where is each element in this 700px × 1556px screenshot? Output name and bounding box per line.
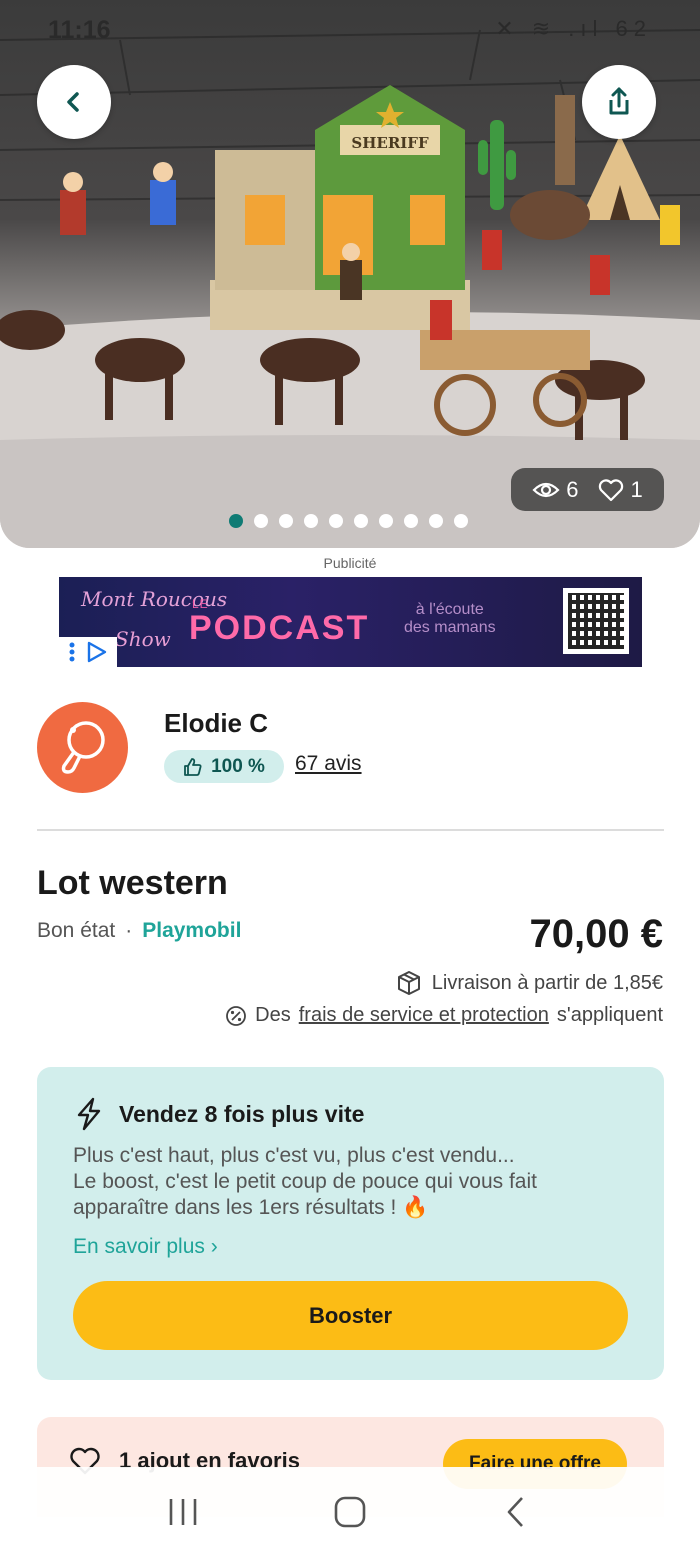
shipping-info: Livraison à partir de 1,85€ [396,970,663,996]
ad-choices[interactable] [59,637,117,667]
heart-icon [598,478,623,501]
pagination-dot[interactable] [379,514,393,528]
pagination-dot[interactable] [329,514,343,528]
sheriff-sign: SHERIFF [351,134,429,152]
ping-pong-paddle-icon [61,720,105,774]
pagination-dot[interactable] [279,514,293,528]
views-count: 6 [566,476,579,502]
back-button[interactable] [37,65,111,139]
seller-name[interactable]: Elodie C [164,708,268,739]
eye-icon [532,482,560,497]
pagination-dot[interactable] [354,514,368,528]
meta-separator: · [125,919,133,942]
fees-info: Des frais de service et protection s'app… [225,1004,663,1027]
share-button[interactable] [582,65,656,139]
qr-code-icon [563,588,629,654]
status-time: 11:16 [48,16,111,44]
back-arrow-icon [507,1496,523,1527]
ad-tagline: à l'écoute des mamans [404,601,496,637]
fees-prefix: Des [255,1004,291,1026]
boost-title: Vendez 8 fois plus vite [73,1097,364,1131]
share-icon [609,87,629,115]
pagination-dot[interactable] [304,514,318,528]
home-button[interactable] [320,1482,380,1542]
item-price: 70,00 € [529,912,663,956]
fees-suffix: s'appliquent [556,1004,663,1026]
home-icon [334,1496,366,1527]
ad-banner[interactable]: Mont Roucous Show LE PODCAST à l'écoute … [59,577,642,667]
package-icon [397,971,420,995]
reviews-link[interactable]: 67 avis [295,752,362,776]
thumbs-up-icon [184,757,202,776]
boost-card: Vendez 8 fois plus vite Plus c'est haut,… [37,1067,664,1380]
lightning-bolt-icon [77,1097,101,1131]
ad-brand-script: Show [115,627,171,651]
item-brand-link[interactable]: Playmobil [142,919,241,943]
ad-label: Publicité [323,555,377,571]
photo-stats: 6 1 [511,468,664,511]
rating-badge: 100 % [164,750,284,783]
status-bar: 11:16 ✕ ≋ .ıl 62 [0,0,700,58]
learn-more-link[interactable]: En savoir plus › [73,1235,218,1259]
boost-title-text: Vendez 8 fois plus vite [119,1100,365,1127]
pagination-dot[interactable] [404,514,418,528]
recent-apps-button[interactable] [153,1482,213,1542]
boost-text-line-2: Le boost, c'est le petit coup de pouce q… [73,1170,537,1219]
percent-badge-icon [226,1005,247,1026]
pagination-dot[interactable] [254,514,268,528]
ad-headline: PODCAST [189,609,370,647]
divider [37,829,664,831]
system-nav-bar [0,1467,700,1556]
booster-button[interactable]: Booster [73,1281,628,1350]
ad-tagline-1: à l'écoute [415,601,484,618]
status-icons: ✕ ≋ .ıl 62 [495,16,652,41]
item-title: Lot western [37,864,228,902]
ad-tagline-2: des mamans [404,619,496,636]
system-back-button[interactable] [487,1482,547,1542]
boost-text-line-1: Plus c'est haut, plus c'est vu, plus c'e… [73,1144,515,1167]
rating-value: 100 % [211,755,265,777]
listing-photo[interactable]: SHERIFF 11:16 ✕ ≋ .ıl 62 6 1 [0,0,700,548]
boost-description: Plus c'est haut, plus c'est vu, plus c'e… [73,1143,633,1221]
item-meta: Bon état · Playmobil [37,919,241,943]
ad-choices-icon[interactable] [85,641,107,663]
avatar[interactable] [37,702,128,793]
pagination-dot[interactable] [454,514,468,528]
chevron-left-icon [67,92,79,112]
likes-count: 1 [630,476,643,502]
pagination-dot[interactable] [429,514,443,528]
pagination-dot-active[interactable] [229,514,243,528]
recent-apps-icon [170,1498,197,1525]
shipping-text: Livraison à partir de 1,85€ [431,971,663,994]
photo-pagination[interactable] [229,514,468,528]
fees-link[interactable]: frais de service et protection [299,1004,549,1027]
item-condition: Bon état [37,919,116,942]
more-vertical-icon[interactable] [69,642,75,662]
